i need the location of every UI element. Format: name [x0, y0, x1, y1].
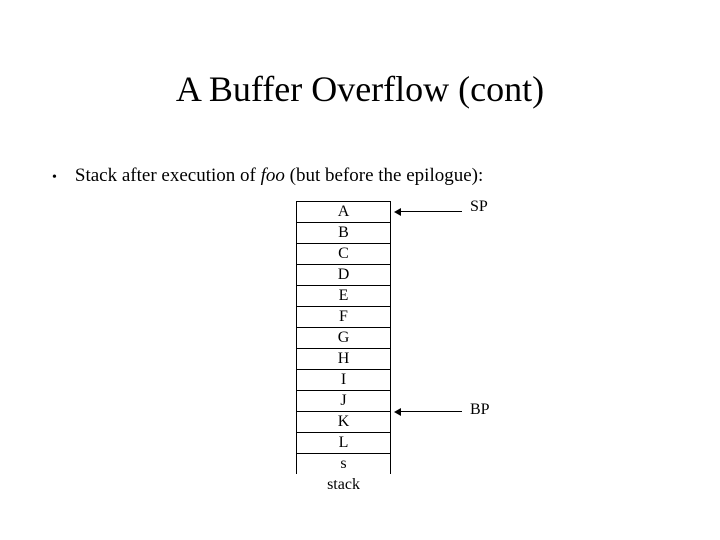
- bullet-prefix: Stack after execution of: [75, 165, 261, 186]
- stack-label: stack: [296, 476, 391, 494]
- stack-cell: E: [296, 285, 391, 306]
- stack-cell: D: [296, 264, 391, 285]
- stack-diagram: A B C D E F G H I J K L s stack: [296, 201, 391, 494]
- bp-label: BP: [470, 401, 490, 419]
- stack-cell: G: [296, 327, 391, 348]
- bullet-text: Stack after execution of foo (but before…: [75, 165, 483, 187]
- stack-cell: K: [296, 411, 391, 432]
- stack-cell: C: [296, 243, 391, 264]
- stack-cell: H: [296, 348, 391, 369]
- bullet-icon: •: [52, 168, 57, 187]
- bullet-suffix: (but before the epilogue):: [285, 165, 483, 186]
- stack-cell: J: [296, 390, 391, 411]
- stack-cell: I: [296, 369, 391, 390]
- sp-arrow: [400, 211, 462, 212]
- stack-cell: B: [296, 222, 391, 243]
- sp-label: SP: [470, 198, 488, 216]
- stack-cell: L: [296, 432, 391, 453]
- slide-title: A Buffer Overflow (cont): [0, 68, 720, 110]
- stack-cell: A: [296, 201, 391, 222]
- bp-arrow: [400, 411, 462, 412]
- bullet-italic: foo: [261, 165, 285, 186]
- stack-cell: s: [296, 453, 391, 474]
- bullet-line: • Stack after execution of foo (but befo…: [52, 165, 483, 187]
- stack-cell: F: [296, 306, 391, 327]
- slide: A Buffer Overflow (cont) • Stack after e…: [0, 0, 720, 540]
